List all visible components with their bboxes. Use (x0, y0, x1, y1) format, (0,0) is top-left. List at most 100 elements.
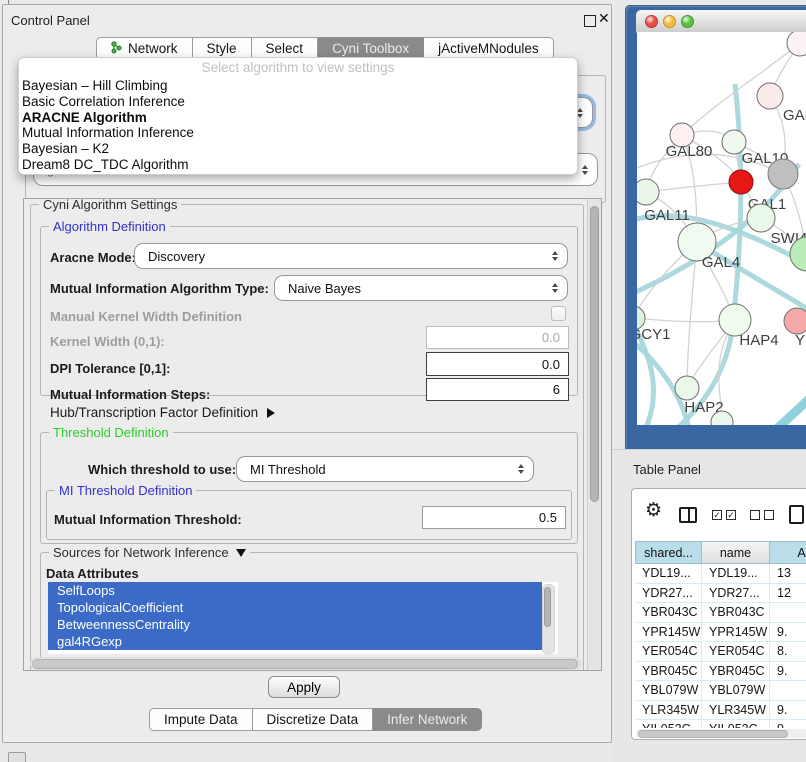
network-view-window[interactable]: GALGAL80GAL10GAL1GAL11SWI4GAL4GCY1HAP4YH… (625, 5, 806, 450)
mi-threshold-field[interactable]: 0.5 (422, 506, 566, 529)
hide-columns-icon[interactable] (750, 510, 774, 520)
table-row[interactable]: YIL052CYIL052C9 (635, 720, 806, 728)
table-cell: 13 (770, 564, 806, 584)
table-rows: YDL19...YDL19...13YDR27...YDR27...12YBR0… (635, 564, 806, 728)
algorithm-option[interactable]: Dream8 DC_TDC Algorithm (19, 157, 577, 173)
network-node-label: GAL11 (644, 207, 690, 224)
table-cell: YIL052C (702, 720, 770, 728)
settings-gear-icon[interactable]: ⚙ (645, 501, 662, 521)
field-value: 0.0 (542, 330, 560, 345)
table-header-row: shared... name A (635, 541, 806, 564)
table-row[interactable]: YBL079WYBL079W (635, 681, 806, 701)
network-node-label: GAL4 (702, 254, 740, 271)
dpi-tolerance-field[interactable]: 0.0 (426, 352, 569, 376)
field-value: 0.0 (542, 357, 560, 372)
network-node[interactable] (747, 204, 775, 232)
tab-infer-network[interactable]: Infer Network (373, 708, 482, 731)
manual-kernel-width-checkbox[interactable] (551, 306, 566, 321)
attribute-item[interactable]: TopologicalCoefficient (48, 599, 542, 616)
column-header-next[interactable]: A (770, 541, 806, 564)
combo-stepper-icon (518, 464, 524, 474)
algorithm-option[interactable]: Bayesian – Hill Climbing (19, 78, 577, 94)
mi-algorithm-type-combo[interactable]: Naive Bayes (274, 275, 568, 301)
tab-label: Cyni Toolbox (332, 41, 409, 56)
sources-title[interactable]: Sources for Network Inference (49, 545, 250, 560)
network-node-label: GAL (783, 107, 806, 124)
table-cell: YPR145W (702, 623, 770, 643)
aracne-mode-combo[interactable]: Discovery (134, 243, 568, 269)
close-icon[interactable]: ✕ (598, 9, 610, 27)
network-node[interactable] (637, 179, 659, 205)
attribute-item[interactable]: BetweennessCentrality (48, 616, 542, 633)
field-value: 0.5 (539, 510, 557, 525)
network-node[interactable] (675, 376, 699, 400)
float-panel-icon[interactable] (584, 15, 596, 27)
window-zoom-icon[interactable] (681, 15, 694, 28)
window-close-icon[interactable] (645, 15, 658, 28)
network-window-titlebar[interactable] (636, 10, 806, 33)
list-vertical-scrollbar[interactable] (542, 584, 555, 654)
table-row[interactable]: YBR043CYBR043C (635, 603, 806, 623)
algorithm-option[interactable]: ARACNE Algorithm (19, 110, 577, 126)
table-row[interactable]: YER054CYER054C8. (635, 642, 806, 662)
network-node[interactable] (768, 159, 798, 189)
network-node[interactable] (787, 32, 806, 56)
tab-discretize-data[interactable]: Discretize Data (253, 708, 374, 731)
kernel-width-field[interactable]: 0.0 (426, 326, 569, 349)
group-title: Cyni Algorithm Settings (39, 198, 181, 212)
pane-horizontal-scrollbar[interactable] (30, 657, 582, 670)
apply-button[interactable]: Apply (268, 676, 340, 698)
expand-right-icon (267, 408, 275, 418)
pane-vertical-scrollbar[interactable] (587, 199, 601, 670)
column-header-name[interactable]: name (702, 541, 770, 564)
algorithm-option[interactable]: Mutual Information Inference (19, 125, 577, 141)
table-cell: YBL079W (702, 681, 770, 701)
mi-algorithm-type-label: Mutual Information Algorithm Type: (50, 281, 269, 296)
table-cell: YDL19... (635, 564, 702, 584)
table-cell: YPR145W (635, 623, 702, 643)
attribute-item[interactable]: SelfLoops (48, 582, 542, 599)
algorithm-option[interactable]: Bayesian – K2 (19, 141, 577, 157)
network-canvas[interactable]: GALGAL80GAL10GAL1GAL11SWI4GAL4GCY1HAP4YH… (637, 32, 806, 425)
attribute-item[interactable]: gal4RGexp (48, 633, 542, 650)
show-columns-icon[interactable]: ✓✓ (712, 510, 736, 520)
group-title: Threshold Definition (49, 425, 173, 440)
table-row[interactable]: YDR27...YDR27...12 (635, 584, 806, 604)
combo-stepper-icon (552, 251, 558, 261)
split-panel-icon[interactable] (679, 507, 697, 523)
docked-panel-icon[interactable] (8, 752, 26, 762)
table-row[interactable]: YPR145WYPR145W9. (635, 623, 806, 643)
mi-steps-label: Mutual Information Steps: (50, 387, 210, 402)
table-panel-title: Table Panel (633, 462, 701, 477)
table-cell: 9. (770, 662, 806, 682)
table-horizontal-scrollbar[interactable] (636, 729, 806, 738)
export-table-icon[interactable] (789, 505, 804, 524)
network-node[interactable] (757, 83, 783, 109)
algorithm-option[interactable]: Basic Correlation Inference (19, 94, 577, 110)
network-node[interactable] (729, 170, 753, 194)
tab-label: Discretize Data (267, 712, 359, 727)
table-cell: YBR043C (702, 603, 770, 623)
table-cell: YER054C (702, 642, 770, 662)
table-cell: YBR045C (702, 662, 770, 682)
network-node[interactable] (784, 308, 806, 334)
group-title: Algorithm Definition (49, 219, 170, 234)
tab-label: Network (128, 41, 178, 56)
data-attributes-list: SelfLoopsTopologicalCoefficientBetweenne… (48, 582, 558, 654)
data-attributes-label: Data Attributes (46, 566, 139, 581)
tab-label: jActiveMNodules (438, 41, 539, 56)
table-row[interactable]: YLR345WYLR345W9. (635, 701, 806, 721)
table-row[interactable]: YDL19...YDL19...13 (635, 564, 806, 584)
cyni-settings-pane: Cyni Algorithm Settings Algorithm Defini… (23, 198, 602, 671)
combo-value: Naive Bayes (288, 281, 361, 296)
tab-impute-data[interactable]: Impute Data (149, 708, 253, 731)
mi-steps-field[interactable]: 6 (426, 378, 569, 401)
table-row[interactable]: YBR045CYBR045C9. (635, 662, 806, 682)
column-header-shared-name[interactable]: shared... (635, 541, 702, 564)
window-minimize-icon[interactable] (663, 15, 676, 28)
which-threshold-combo[interactable]: MI Threshold (236, 456, 534, 482)
table-cell: YDR27... (635, 584, 702, 604)
network-tab-icon (111, 41, 122, 57)
dropdown-prompt: Select algorithm to view settings (19, 58, 577, 78)
hub-definition-toggle[interactable]: Hub/Transcription Factor Definition (50, 405, 275, 420)
